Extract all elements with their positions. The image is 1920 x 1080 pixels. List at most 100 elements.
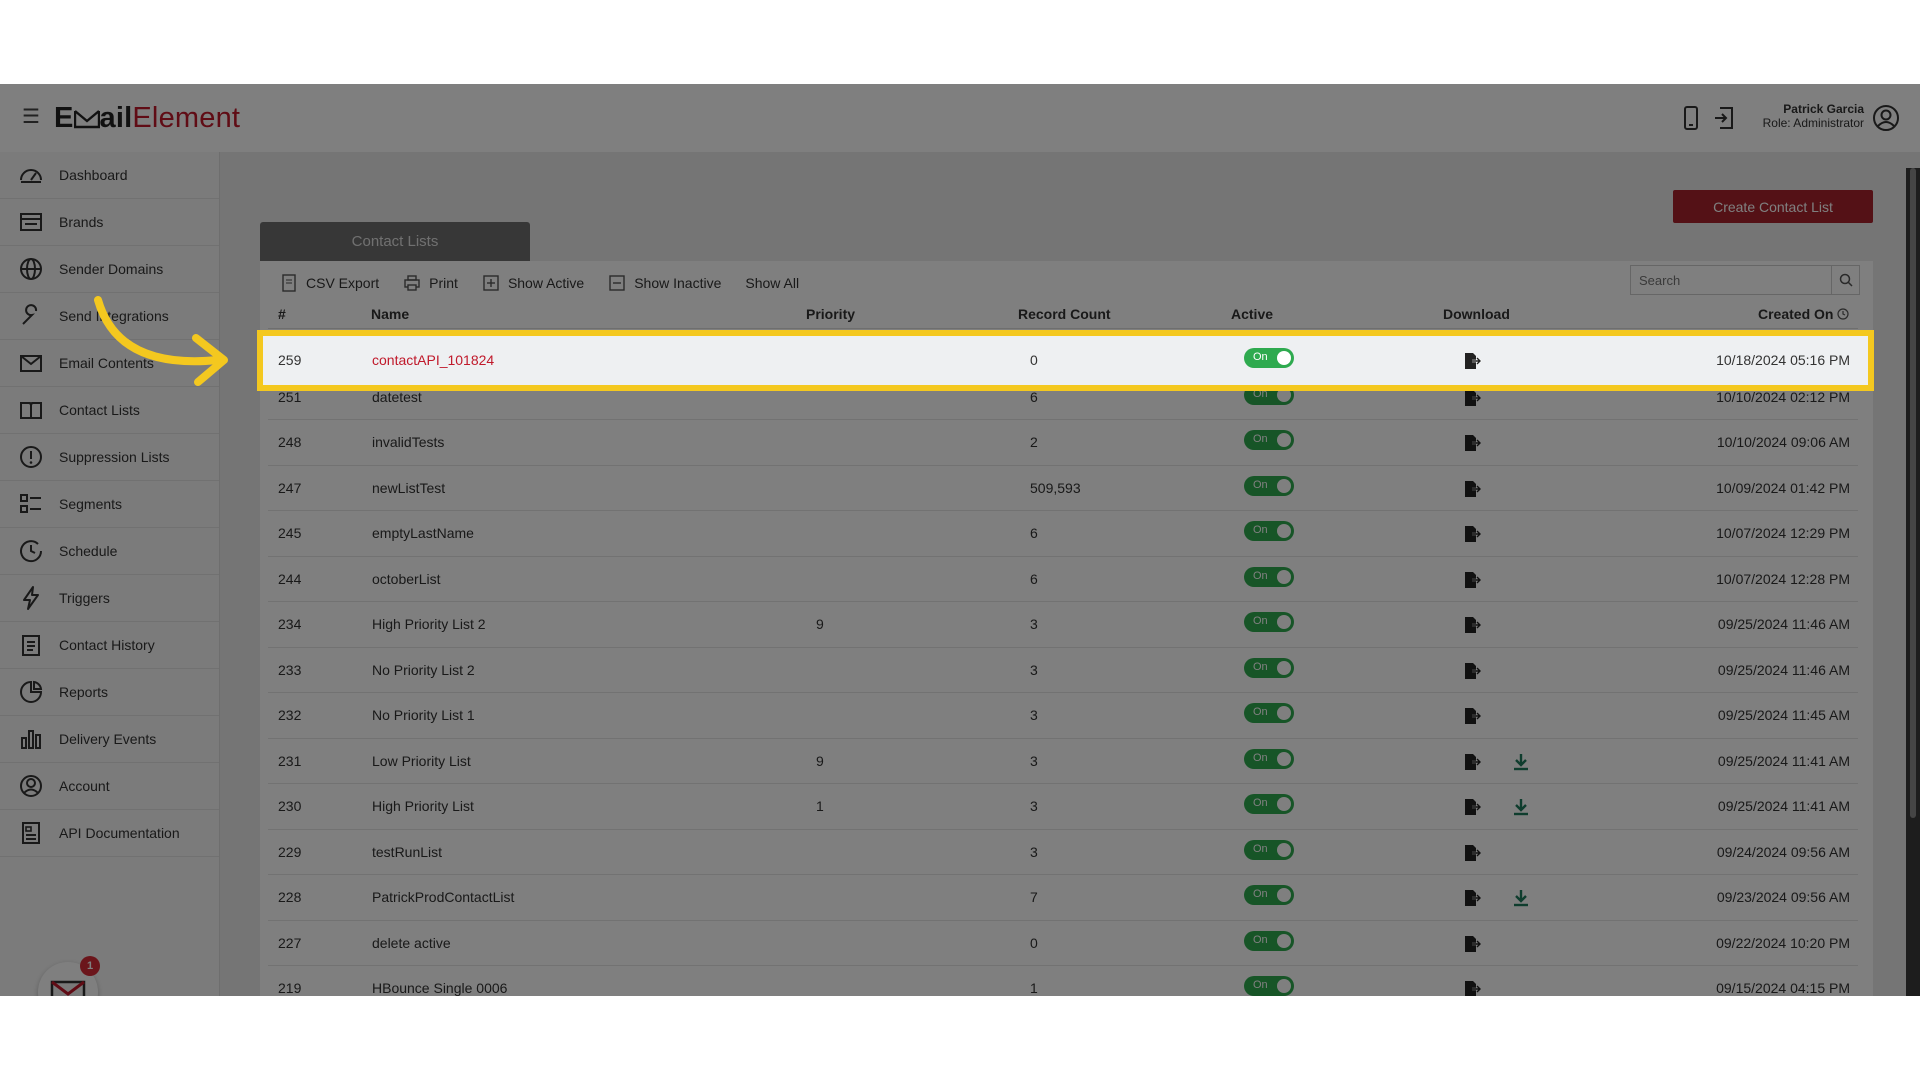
export-file-icon[interactable] <box>1462 524 1482 544</box>
active-toggle[interactable]: On <box>1244 521 1294 541</box>
cell-name[interactable]: octoberList <box>372 571 440 587</box>
active-toggle[interactable]: On <box>1244 566 1294 587</box>
tab-contact-lists[interactable]: Contact Lists <box>260 222 530 261</box>
print-button[interactable]: Print <box>403 274 458 292</box>
active-toggle[interactable]: On <box>1244 748 1294 769</box>
export-file-icon[interactable] <box>1462 934 1482 954</box>
export-file-icon[interactable] <box>1462 479 1482 499</box>
cell-name[interactable]: High Priority List <box>372 798 474 814</box>
cell-name[interactable]: datetest <box>372 389 422 405</box>
export-file-icon[interactable] <box>1462 351 1482 371</box>
cell-name[interactable]: No Priority List 2 <box>372 662 475 678</box>
active-toggle[interactable]: On <box>1244 885 1294 905</box>
column-header-record-count[interactable]: Record Count <box>1018 306 1111 322</box>
cell-name[interactable]: HBounce Single 0006 <box>372 980 507 996</box>
show-all-button[interactable]: Show All <box>745 275 799 291</box>
active-toggle[interactable]: On <box>1244 348 1294 368</box>
show-inactive-button[interactable]: Show Inactive <box>608 274 721 292</box>
table-row[interactable]: 233 No Priority List 2 3 On 09/25/2024 11:46… <box>268 648 1858 693</box>
cell-name[interactable]: delete active <box>372 935 451 951</box>
table-row[interactable]: 247 newListTest 509,593 On 10/09/2024 01:42 … <box>268 466 1858 511</box>
export-file-icon[interactable] <box>1462 797 1482 817</box>
logo[interactable]: EailElement <box>54 102 240 135</box>
active-toggle[interactable]: On <box>1244 839 1294 860</box>
cell-name[interactable]: emptyLastName <box>372 525 474 541</box>
search-button[interactable] <box>1831 266 1859 294</box>
show-active-button[interactable]: Show Active <box>482 274 584 292</box>
table-row[interactable]: 248 invalidTests 2 On 10/10/2024 09:06 AM <box>268 420 1858 466</box>
cell-name[interactable]: High Priority List 2 <box>372 616 486 632</box>
sidebar-item-schedule[interactable]: Schedule <box>0 528 219 575</box>
csv-export-button[interactable]: CSV Export <box>280 274 379 292</box>
cell-name[interactable]: testRunList <box>372 844 442 860</box>
sidebar-item-account[interactable]: Account <box>0 763 219 810</box>
table-row[interactable]: 231 Low Priority List 9 3 On 09/25/2024 11:41… <box>268 739 1858 784</box>
table-row[interactable]: 230 High Priority List 1 3 On 09/25/2024 11:4… <box>268 784 1858 830</box>
active-toggle[interactable]: On <box>1244 384 1294 405</box>
search-input[interactable] <box>1631 266 1831 294</box>
column-header-created-on[interactable]: Created On <box>1758 306 1849 322</box>
cell-name[interactable]: PatrickProdContactList <box>372 889 514 905</box>
mobile-icon[interactable] <box>1678 104 1704 132</box>
sidebar-item-send-integrations[interactable]: Send Integrations <box>0 293 219 340</box>
export-file-icon[interactable] <box>1462 388 1482 408</box>
active-toggle[interactable]: On <box>1244 475 1294 496</box>
create-contact-list-button[interactable]: Create Contact List <box>1673 190 1873 223</box>
scroll-thumb[interactable] <box>1910 168 1916 818</box>
user-avatar-icon[interactable] <box>1872 104 1900 132</box>
export-file-icon[interactable] <box>1462 706 1482 726</box>
active-toggle[interactable]: On <box>1244 612 1294 632</box>
column-header-priority[interactable]: Priority <box>806 306 855 322</box>
chat-bot-button[interactable]: 1 <box>38 956 100 996</box>
hamburger-menu-icon[interactable]: ☰ <box>22 105 42 129</box>
logout-icon[interactable] <box>1712 104 1738 132</box>
export-file-icon[interactable] <box>1462 661 1482 681</box>
active-toggle[interactable]: On <box>1244 976 1294 996</box>
table-row[interactable]: 234 High Priority List 2 9 3 On 09/25/2024 11… <box>268 602 1858 648</box>
table-row[interactable]: 227 delete active 0 On 09/22/2024 10:20 PM <box>268 921 1858 966</box>
table-row[interactable]: 228 PatrickProdContactList 7 On 09/23/2024 0… <box>268 875 1858 921</box>
table-row[interactable]: 232 No Priority List 1 3 On 09/25/2024 11:45… <box>268 693 1858 739</box>
active-toggle[interactable]: On <box>1244 703 1294 723</box>
cell-name[interactable]: No Priority List 1 <box>372 707 475 723</box>
sidebar-item-contact-lists[interactable]: Contact Lists <box>0 387 219 434</box>
export-file-icon[interactable] <box>1462 570 1482 590</box>
sidebar-item-suppression-lists[interactable]: Suppression Lists <box>0 434 219 481</box>
sidebar-item-dashboard[interactable]: Dashboard <box>0 152 219 199</box>
sidebar-item-triggers[interactable]: Triggers <box>0 575 219 622</box>
download-icon[interactable] <box>1512 752 1530 772</box>
sidebar-item-email-contents[interactable]: Email Contents <box>0 340 219 387</box>
export-file-icon[interactable] <box>1462 433 1482 453</box>
sidebar-item-api-documentation[interactable]: API Documentation <box>0 810 219 857</box>
export-file-icon[interactable] <box>1462 752 1482 772</box>
sidebar-item-brands[interactable]: Brands <box>0 199 219 246</box>
active-toggle[interactable]: On <box>1244 657 1294 678</box>
table-row[interactable]: 244 octoberList 6 On 10/07/2024 12:28 PM <box>268 557 1858 602</box>
table-row[interactable]: 219 HBounce Single 0006 1 On 09/15/2024 04:1… <box>268 966 1858 996</box>
cell-name[interactable]: newListTest <box>372 480 445 496</box>
column-header-active[interactable]: Active <box>1231 306 1273 322</box>
active-toggle[interactable]: On <box>1244 930 1294 951</box>
cell-name[interactable]: invalidTests <box>372 434 444 450</box>
table-row[interactable]: 245 emptyLastName 6 On 10/07/2024 12:29 PM <box>268 511 1858 557</box>
scrollbar[interactable] <box>1906 168 1920 996</box>
download-icon[interactable] <box>1512 888 1530 908</box>
cell-name[interactable]: Low Priority List <box>372 753 471 769</box>
sidebar-item-sender-domains[interactable]: Sender Domains <box>0 246 219 293</box>
sidebar-item-contact-history[interactable]: Contact History <box>0 622 219 669</box>
export-file-icon[interactable] <box>1462 888 1482 908</box>
download-icon[interactable] <box>1512 797 1530 817</box>
sidebar-item-delivery-events[interactable]: Delivery Events <box>0 716 219 763</box>
clipboard-icon <box>22 635 40 656</box>
export-file-icon[interactable] <box>1462 843 1482 863</box>
cell-name[interactable]: contactAPI_101824 <box>372 352 494 368</box>
sidebar-item-segments[interactable]: Segments <box>0 481 219 528</box>
column-header-name[interactable]: Name <box>371 306 409 322</box>
highlighted-row[interactable]: 259 contactAPI_101824 0 On 10/18/2024 05:16 … <box>263 336 1868 385</box>
export-file-icon[interactable] <box>1462 615 1482 635</box>
export-file-icon[interactable] <box>1462 979 1482 996</box>
active-toggle[interactable]: On <box>1244 430 1294 450</box>
table-row[interactable]: 229 testRunList 3 On 09/24/2024 09:56 AM <box>268 830 1858 875</box>
active-toggle[interactable]: On <box>1244 794 1294 814</box>
sidebar-item-reports[interactable]: Reports <box>0 669 219 716</box>
